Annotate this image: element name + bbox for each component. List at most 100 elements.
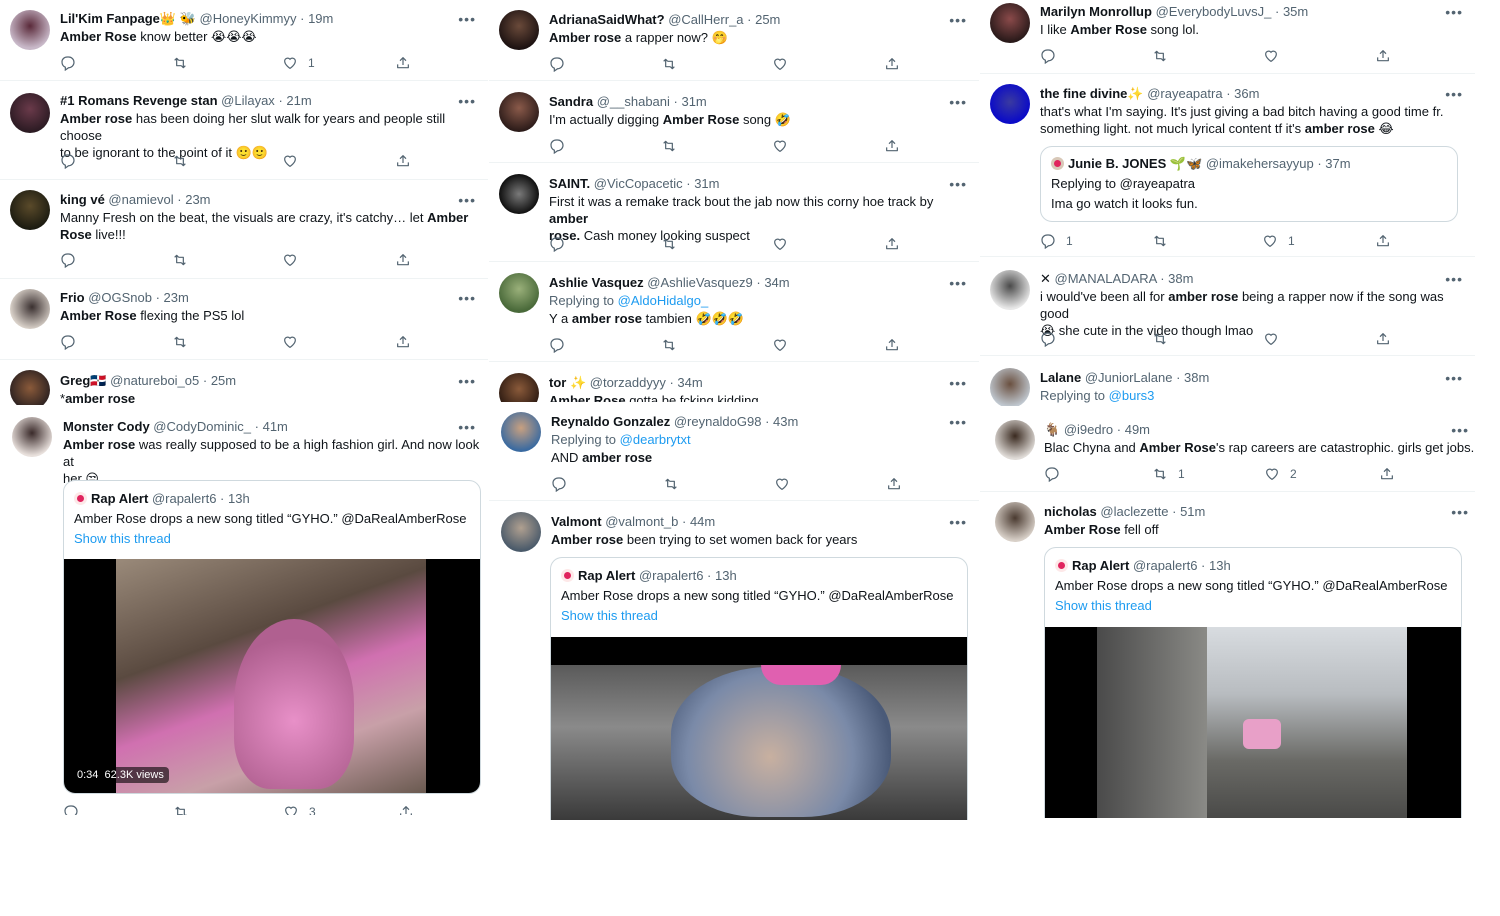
reply-button[interactable] bbox=[1040, 47, 1056, 65]
retweet-button[interactable] bbox=[172, 333, 188, 351]
share-button[interactable] bbox=[395, 333, 411, 351]
reply-mention-link[interactable]: @AldoHidalgo_ bbox=[618, 293, 709, 308]
tweet[interactable]: Greg🇩🇴 @natureboi_o5 · 25m ••• *amber ro… bbox=[0, 360, 488, 405]
like-button[interactable] bbox=[772, 55, 788, 73]
timestamp[interactable]: · 34m bbox=[756, 275, 789, 290]
share-button[interactable] bbox=[884, 137, 900, 155]
quoted-handle[interactable]: @rapalert6 · 13h bbox=[1133, 558, 1231, 573]
quoted-handle[interactable]: @rapalert6 · 13h bbox=[639, 568, 737, 583]
tweet[interactable]: Monster Cody @CodyDominic_ · 41m ••• Amb… bbox=[0, 405, 488, 815]
tweet[interactable]: Ashlie Vasquez @AshlieVasquez9 · 34m •••… bbox=[489, 262, 979, 362]
display-name[interactable]: ✕ bbox=[1040, 271, 1051, 286]
timestamp[interactable]: · 38m bbox=[1176, 370, 1209, 385]
tweet[interactable]: Valmont @valmont_b · 44m ••• Amber rose … bbox=[489, 501, 979, 821]
avatar[interactable] bbox=[995, 420, 1035, 460]
handle[interactable]: @reynaldoG98 bbox=[674, 414, 762, 429]
timestamp[interactable]: · 36m bbox=[1226, 86, 1259, 101]
tweet[interactable]: SAINT. @VicCopacetic · 31m ••• First it … bbox=[489, 163, 979, 262]
more-options-icon[interactable]: ••• bbox=[949, 515, 967, 529]
like-button[interactable] bbox=[282, 333, 298, 351]
like-button[interactable] bbox=[1263, 47, 1279, 65]
display-name[interactable]: #1 Romans Revenge stan bbox=[60, 93, 218, 108]
display-name[interactable]: Marilyn Monrollup bbox=[1040, 4, 1152, 19]
quoted-display-name[interactable]: Rap Alert bbox=[1072, 558, 1129, 573]
reply-button[interactable] bbox=[60, 251, 76, 269]
quoted-tweet[interactable]: Rap Alert @rapalert6 · 13h Amber Rose dr… bbox=[550, 557, 968, 820]
like-button[interactable] bbox=[282, 251, 298, 269]
more-options-icon[interactable]: ••• bbox=[1445, 272, 1463, 286]
handle[interactable]: @VicCopacetic bbox=[594, 176, 683, 191]
timestamp[interactable]: · 35m bbox=[1275, 4, 1308, 19]
video-player[interactable] bbox=[1045, 627, 1461, 818]
more-options-icon[interactable]: ••• bbox=[1445, 371, 1463, 385]
timestamp[interactable]: · 44m bbox=[682, 514, 715, 529]
tweet[interactable]: the fine divine✨ @rayeapatra · 36m ••• t… bbox=[980, 74, 1475, 257]
timestamp[interactable]: · 34m bbox=[669, 375, 702, 390]
retweet-button[interactable] bbox=[661, 55, 677, 73]
timestamp[interactable]: · 43m bbox=[765, 414, 798, 429]
handle[interactable]: @i9edro bbox=[1064, 422, 1113, 437]
timestamp[interactable]: · 21m bbox=[278, 93, 311, 108]
timestamp[interactable]: · 31m bbox=[674, 94, 707, 109]
reply-button[interactable] bbox=[60, 152, 76, 170]
avatar[interactable] bbox=[501, 412, 541, 452]
more-options-icon[interactable]: ••• bbox=[949, 276, 967, 290]
retweet-button[interactable] bbox=[1152, 232, 1168, 250]
tweet[interactable]: Lil'Kim Fanpage👑 🐝 @HoneyKimmyy · 19m ••… bbox=[0, 0, 488, 81]
avatar[interactable] bbox=[501, 512, 541, 552]
share-button[interactable] bbox=[1375, 330, 1391, 348]
reply-button[interactable] bbox=[551, 475, 567, 493]
handle[interactable]: @__shabani bbox=[597, 94, 670, 109]
avatar[interactable] bbox=[10, 289, 50, 329]
avatar[interactable] bbox=[10, 93, 50, 133]
retweet-button[interactable] bbox=[173, 803, 189, 815]
more-options-icon[interactable]: ••• bbox=[458, 12, 476, 26]
timestamp[interactable]: · 19m bbox=[300, 11, 333, 26]
timestamp[interactable]: · 31m bbox=[686, 176, 719, 191]
share-button[interactable] bbox=[1379, 465, 1395, 483]
avatar[interactable] bbox=[499, 10, 539, 50]
more-options-icon[interactable]: ••• bbox=[458, 374, 476, 388]
like-button[interactable] bbox=[282, 152, 298, 170]
retweet-button[interactable] bbox=[1152, 330, 1168, 348]
quoted-handle[interactable]: @imakehersayyup · 37m bbox=[1206, 156, 1351, 171]
timestamp[interactable]: · 25m bbox=[203, 373, 236, 388]
reply-button[interactable] bbox=[1044, 465, 1060, 483]
quoted-tweet[interactable]: Junie B. JONES 🌱🦋 @imakehersayyup · 37m … bbox=[1040, 146, 1458, 222]
show-thread-link[interactable]: Show this thread bbox=[74, 531, 171, 546]
tweet[interactable]: Marilyn Monrollup @EverybodyLuvsJ_ · 35m… bbox=[980, 0, 1475, 74]
like-button[interactable] bbox=[774, 475, 790, 493]
avatar[interactable] bbox=[990, 270, 1030, 310]
tweet[interactable]: 🐐 @i9edro · 49m ••• Blac Chyna and Amber… bbox=[980, 407, 1475, 492]
tweet[interactable]: #1 Romans Revenge stan @Lilayax · 21m ••… bbox=[0, 81, 488, 180]
reply-mention-link[interactable]: @burs3 bbox=[1109, 388, 1155, 403]
display-name[interactable]: Monster Cody bbox=[63, 419, 150, 434]
handle[interactable]: @rayeapatra bbox=[1147, 86, 1222, 101]
video-player[interactable]: 0:34 62.3K views bbox=[64, 559, 480, 793]
handle[interactable]: @CallHerr_a bbox=[668, 12, 743, 27]
timestamp[interactable]: · 38m bbox=[1160, 271, 1193, 286]
timestamp[interactable]: · 25m bbox=[747, 12, 780, 27]
retweet-button[interactable] bbox=[172, 152, 188, 170]
handle[interactable]: @valmont_b bbox=[605, 514, 678, 529]
like-button[interactable]: 1 bbox=[282, 54, 315, 72]
avatar[interactable] bbox=[499, 92, 539, 132]
handle[interactable]: @namievol bbox=[108, 192, 173, 207]
share-button[interactable] bbox=[884, 336, 900, 354]
show-thread-link[interactable]: Show this thread bbox=[561, 608, 658, 623]
display-name[interactable]: AdrianaSaidWhat? bbox=[549, 12, 665, 27]
more-options-icon[interactable]: ••• bbox=[1451, 505, 1469, 519]
quoted-tweet[interactable]: Rap Alert @rapalert6 · 13h Amber Rose dr… bbox=[1044, 547, 1462, 818]
avatar[interactable] bbox=[499, 273, 539, 313]
more-options-icon[interactable]: ••• bbox=[1445, 5, 1463, 19]
display-name[interactable]: 🐐 bbox=[1044, 422, 1060, 437]
quoted-display-name[interactable]: Junie B. JONES 🌱🦋 bbox=[1068, 156, 1202, 171]
reply-button[interactable] bbox=[549, 336, 565, 354]
display-name[interactable]: the fine divine✨ bbox=[1040, 86, 1144, 101]
timestamp[interactable]: · 41m bbox=[255, 419, 288, 434]
handle[interactable]: @torzaddyyy bbox=[590, 375, 666, 390]
handle[interactable]: @laclezette bbox=[1100, 504, 1168, 519]
share-button[interactable] bbox=[395, 54, 411, 72]
display-name[interactable]: Reynaldo Gonzalez bbox=[551, 414, 670, 429]
avatar[interactable] bbox=[990, 3, 1030, 43]
